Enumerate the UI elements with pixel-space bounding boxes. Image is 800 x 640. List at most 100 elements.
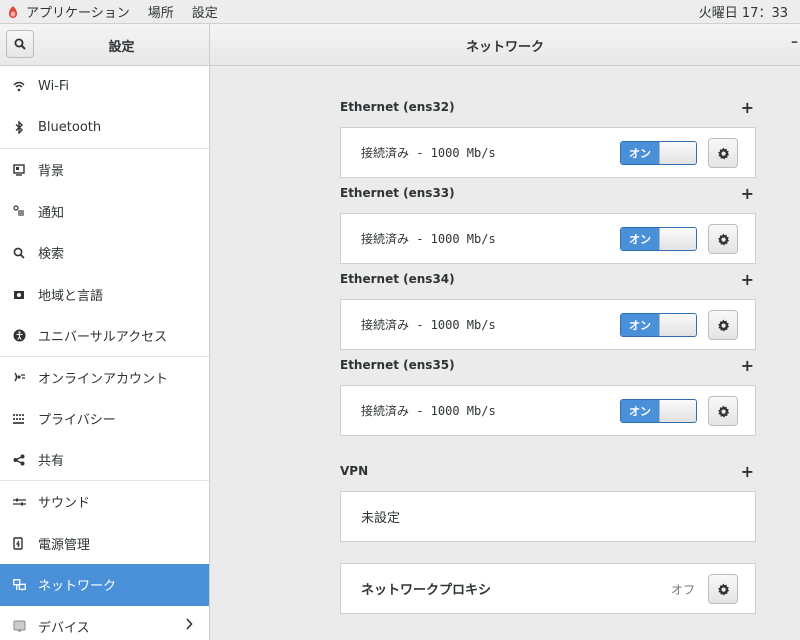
sidebar-item-background[interactable]: 背景 — [0, 149, 209, 191]
connection-status: 接続済み - 1000 Mb/s — [361, 404, 496, 418]
search-icon — [12, 246, 26, 260]
gear-icon — [717, 233, 729, 246]
share-icon — [12, 453, 26, 467]
sidebar-item-notifications[interactable]: 通知 — [0, 191, 209, 233]
vpn-title: VPN — [340, 464, 369, 478]
ethernet-section-header: Ethernet (ens34) + — [340, 270, 756, 289]
network-icon — [12, 578, 26, 592]
network-panel: Ethernet (ens32) + 接続済み - 1000 Mb/s オン E… — [211, 67, 800, 640]
toggle-knob[interactable] — [659, 314, 696, 336]
ethernet-card: 接続済み - 1000 Mb/s オン — [340, 213, 756, 264]
sidebar-item-sharing[interactable]: 共有 — [0, 440, 209, 481]
sidebar-item-label: オンラインアカウント — [38, 371, 169, 387]
connection-status: 接続済み - 1000 Mb/s — [361, 146, 496, 160]
connection-settings-button[interactable] — [708, 310, 738, 340]
ethernet-title: Ethernet (ens32) — [340, 100, 455, 114]
sidebar: Wi-Fi Bluetooth 背景 通知 検索 地域と言語 ユニバーサルアクセ… — [0, 66, 210, 640]
connection-toggle[interactable]: オン — [620, 313, 697, 337]
privacy-icon — [12, 412, 26, 426]
header-bar: 設定 ネットワーク – — [0, 24, 800, 66]
sidebar-item-power[interactable]: 電源管理 — [0, 523, 209, 565]
sidebar-item-label: 共有 — [38, 454, 65, 470]
sidebar-item-label: プライバシー — [38, 413, 116, 429]
gear-icon — [717, 405, 729, 418]
notification-icon — [12, 204, 26, 218]
accessibility-icon — [12, 328, 26, 342]
sidebar-item-wifi[interactable]: Wi-Fi — [0, 66, 209, 108]
connection-settings-button[interactable] — [708, 138, 738, 168]
sidebar-item-search[interactable]: 検索 — [0, 232, 209, 274]
bluetooth-icon — [12, 121, 26, 135]
sidebar-item-bluetooth[interactable]: Bluetooth — [0, 108, 209, 149]
sidebar-header: 設定 — [0, 24, 210, 66]
applications-menu-label: アプリケーション — [26, 6, 130, 21]
add-connection-button[interactable]: + — [741, 270, 754, 289]
connection-toggle[interactable]: オン — [620, 141, 697, 165]
chevron-right-icon — [185, 617, 193, 634]
region-icon — [12, 287, 26, 301]
sidebar-item-label: 背景 — [38, 164, 65, 180]
sidebar-item-universal-access[interactable]: ユニバーサルアクセス — [0, 315, 209, 357]
window-minimize-button[interactable]: – — [791, 34, 798, 50]
connection-toggle[interactable]: オン — [620, 227, 697, 251]
ethernet-title: Ethernet (ens33) — [340, 186, 455, 200]
sidebar-item-label: ネットワーク — [38, 579, 117, 595]
ethernet-section-header: Ethernet (ens32) + — [340, 98, 756, 117]
add-connection-button[interactable]: + — [741, 98, 754, 117]
sidebar-item-privacy[interactable]: プライバシー — [0, 398, 209, 440]
toggle-on-label: オン — [621, 142, 659, 164]
network-proxy-label: ネットワークプロキシ — [361, 583, 492, 598]
sidebar-item-devices[interactable]: デバイス — [0, 606, 209, 640]
settings-menu[interactable]: 設定 — [192, 2, 218, 21]
applications-menu[interactable]: アプリケーション — [8, 2, 148, 21]
sidebar-item-region[interactable]: 地域と言語 — [0, 274, 209, 316]
gear-icon — [717, 583, 729, 596]
sidebar-item-label: ユニバーサルアクセス — [38, 329, 168, 345]
sidebar-item-online-accounts[interactable]: オンラインアカウント — [0, 357, 209, 399]
ethernet-card: 接続済み - 1000 Mb/s オン — [340, 127, 756, 178]
vpn-card: 未設定 — [340, 491, 756, 542]
sidebar-item-label: 電源管理 — [38, 537, 91, 553]
clock[interactable]: 火曜日 17：33 — [699, 2, 788, 21]
ethernet-title: Ethernet (ens34) — [340, 272, 455, 286]
gear-icon — [717, 147, 729, 160]
toggle-on-label: オン — [621, 314, 659, 336]
sidebar-item-network[interactable]: ネットワーク — [0, 564, 209, 606]
add-vpn-button[interactable]: + — [741, 462, 754, 481]
connection-settings-button[interactable] — [708, 396, 738, 426]
system-logo-icon — [9, 5, 17, 18]
background-icon — [12, 163, 26, 177]
sidebar-item-label: Wi-Fi — [38, 79, 70, 95]
ethernet-card: 接続済み - 1000 Mb/s オン — [340, 385, 756, 436]
sidebar-item-sound[interactable]: サウンド — [0, 481, 209, 523]
search-icon — [14, 38, 26, 50]
sidebar-item-label: サウンド — [38, 496, 91, 512]
sidebar-item-label: デバイス — [38, 620, 90, 636]
power-icon — [12, 536, 26, 550]
add-connection-button[interactable]: + — [741, 356, 754, 375]
add-connection-button[interactable]: + — [741, 184, 754, 203]
gear-icon — [717, 319, 729, 332]
online-accounts-icon — [12, 370, 26, 384]
sidebar-item-label: 検索 — [38, 247, 65, 263]
sidebar-item-label: 通知 — [38, 205, 65, 221]
connection-settings-button[interactable] — [708, 224, 738, 254]
search-button[interactable] — [6, 30, 34, 58]
ethernet-title: Ethernet (ens35) — [340, 358, 455, 372]
sound-icon — [12, 495, 26, 509]
ethernet-section-header: Ethernet (ens33) + — [340, 184, 756, 203]
toggle-on-label: オン — [621, 400, 659, 422]
toggle-knob[interactable] — [659, 142, 696, 164]
places-menu[interactable]: 場所 — [148, 2, 174, 21]
network-proxy-card[interactable]: ネットワークプロキシ オフ — [340, 563, 756, 614]
connection-status: 接続済み - 1000 Mb/s — [361, 318, 496, 332]
toggle-knob[interactable] — [659, 228, 696, 250]
proxy-settings-button[interactable] — [708, 574, 738, 604]
sidebar-title: 設定 — [108, 39, 135, 55]
sidebar-item-label: Bluetooth — [38, 120, 102, 136]
toggle-knob[interactable] — [659, 400, 696, 422]
connection-toggle[interactable]: オン — [620, 399, 697, 423]
connection-status: 接続済み - 1000 Mb/s — [361, 232, 496, 246]
vpn-status: 未設定 — [361, 511, 401, 526]
toggle-on-label: オン — [621, 228, 659, 250]
